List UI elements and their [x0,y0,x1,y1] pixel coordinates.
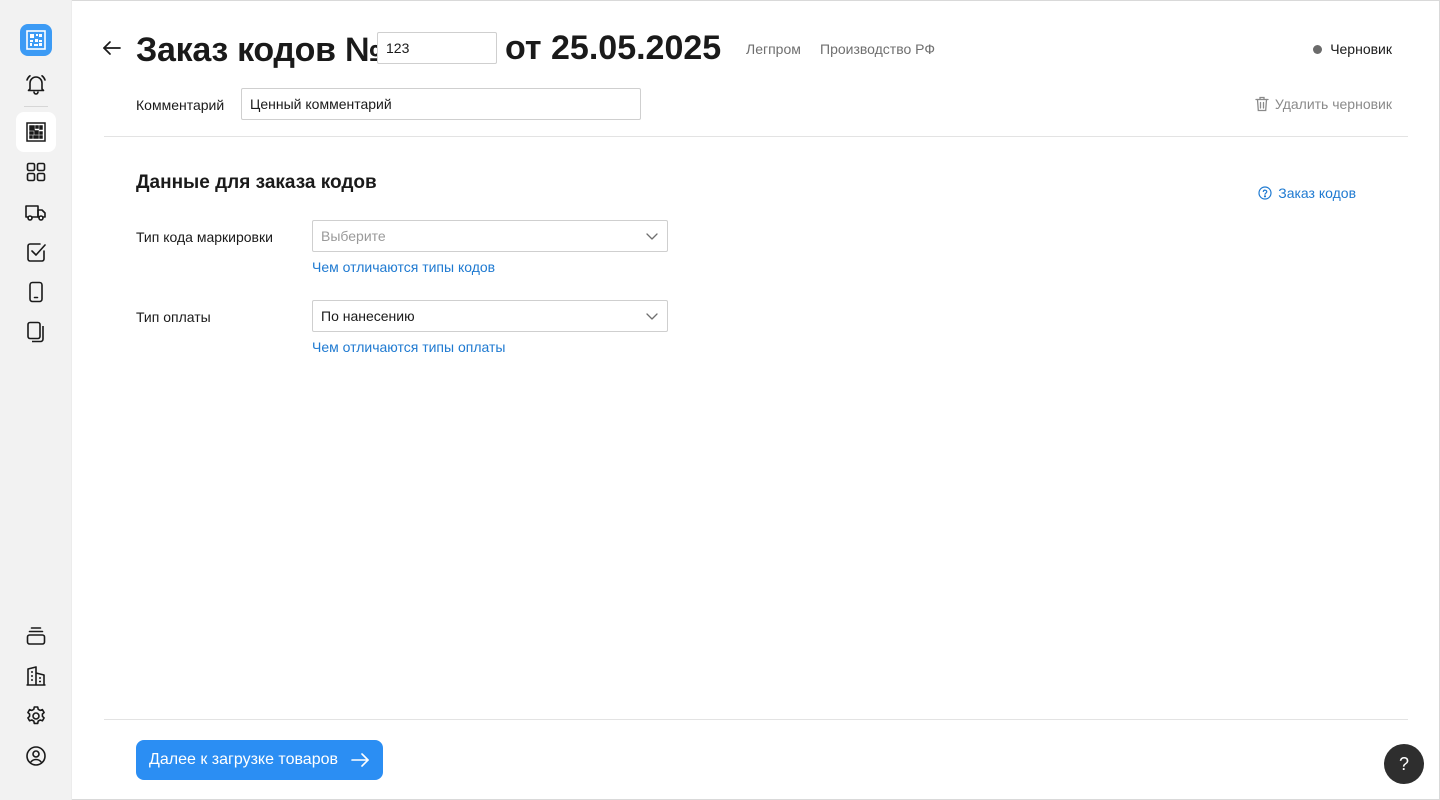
header-divider [104,136,1408,137]
payment-type-label: Тип оплаты [136,309,211,325]
stack-icon[interactable] [16,616,56,656]
bell-icon[interactable] [16,64,56,104]
payment-type-info-link[interactable]: Чем отличаются типы оплаты [312,338,505,356]
checkbox-icon[interactable] [16,232,56,272]
app-frame [0,0,1440,800]
truck-icon[interactable] [16,192,56,232]
page-title-prefix: Заказ кодов № [136,31,383,70]
comment-input[interactable] [241,88,641,120]
code-type-select[interactable]: Выберите [312,220,668,252]
sidebar [0,0,72,800]
code-type-placeholder: Выберите [321,228,386,244]
user-icon[interactable] [16,736,56,776]
order-number-input[interactable] [377,32,497,64]
footer-divider [104,719,1408,720]
trash-icon [1255,96,1269,112]
comment-label: Комментарий [136,97,225,113]
grid-icon[interactable] [16,152,56,192]
tag-legprom: Легпром [746,41,801,57]
qr-logo-icon[interactable] [20,24,52,56]
page-title: Заказ кодов № [136,26,383,72]
delete-draft-button[interactable]: Удалить черновик [1255,95,1392,113]
next-button-label: Далее к загрузке товаров [149,751,338,768]
gear-icon[interactable] [16,696,56,736]
payment-type-select[interactable]: По нанесению [312,300,668,332]
phone-icon[interactable] [16,272,56,312]
code-type-label: Тип кода маркировки [136,229,273,245]
back-arrow-icon[interactable] [100,36,124,60]
buildings-icon[interactable] [16,656,56,696]
help-link-label: Заказ кодов [1278,185,1356,201]
documents-icon[interactable] [16,312,56,352]
status-label: Черновик [1330,41,1392,57]
arrow-right-icon [351,753,369,767]
datamatrix-icon[interactable] [16,112,56,152]
code-type-info-link[interactable]: Чем отличаются типы кодов [312,258,495,276]
status-dot [1313,44,1323,54]
status-badge: Черновик [1313,40,1392,58]
help-fab-button[interactable]: ? [1384,744,1424,784]
chevron-down-icon [646,233,658,240]
chevron-down-icon [646,313,658,320]
delete-draft-label: Удалить черновик [1274,96,1392,112]
help-link-order-codes[interactable]: Заказ кодов [1258,184,1356,202]
payment-type-value: По нанесению [321,308,415,324]
tag-production-rf: Производство РФ [820,41,935,57]
next-upload-goods-button[interactable]: Далее к загрузке товаров [136,740,383,780]
sidebar-separator [24,106,48,107]
page-title-date: от 25.05.2025 [505,29,722,67]
section-title: Данные для заказа кодов [136,172,377,193]
question-circle-icon [1258,186,1272,200]
